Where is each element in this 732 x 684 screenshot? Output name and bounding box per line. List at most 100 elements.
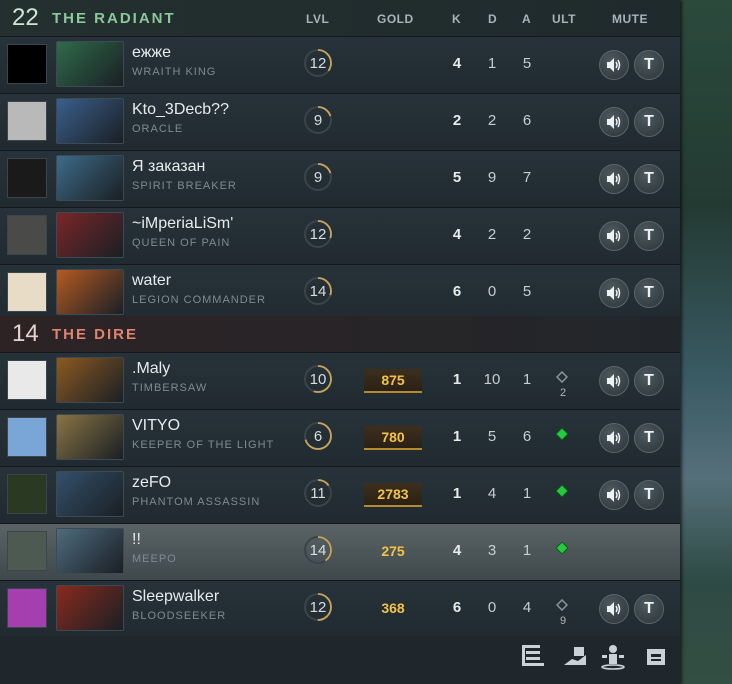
ultimate-ready-icon (556, 485, 568, 497)
speaker-icon (607, 602, 621, 616)
level-badge: 14 (304, 277, 332, 305)
ultimate-ready-icon (556, 542, 568, 554)
player-row[interactable]: Kto_3Decb?? ORACLE 9 2 2 6 T (0, 93, 680, 150)
gold-value: 368 (381, 600, 405, 616)
mute-voice-button[interactable] (599, 164, 629, 194)
player-avatar[interactable] (7, 417, 47, 457)
player-avatar[interactable] (7, 272, 47, 312)
level-progress-ring (304, 163, 332, 191)
hero-portrait[interactable] (56, 155, 124, 201)
kills: 6 (452, 599, 462, 616)
player-row[interactable]: ежже WRAITH KING 12 4 1 5 T (0, 36, 680, 93)
player-name[interactable]: ежже (132, 44, 171, 62)
player-avatar[interactable] (7, 215, 47, 255)
mute-voice-button[interactable] (599, 480, 629, 510)
mute-voice-button[interactable] (599, 278, 629, 308)
mute-text-button[interactable]: T (634, 50, 664, 80)
deaths: 4 (487, 485, 497, 502)
shop-icon[interactable] (641, 641, 671, 671)
player-row[interactable]: Sleepwalker BLOODSEEKER 12 368 6 0 4 9 T (0, 580, 680, 637)
hero-portrait[interactable] (56, 41, 124, 87)
player-avatar[interactable] (7, 531, 47, 571)
level-progress-ring (304, 220, 332, 248)
hero-name: PHANTOM ASSASSIN (132, 496, 261, 508)
courier-icon[interactable] (560, 641, 590, 671)
mute-text-button[interactable]: T (634, 107, 664, 137)
mute-text-button[interactable]: T (634, 278, 664, 308)
kills: 1 (452, 371, 462, 388)
hero-portrait[interactable] (56, 585, 124, 631)
text-chat-icon: T (644, 56, 654, 73)
mute-voice-button[interactable] (599, 50, 629, 80)
player-row[interactable]: Я заказан SPIRIT BREAKER 9 5 9 7 T (0, 150, 680, 207)
mute-text-button[interactable]: T (634, 164, 664, 194)
player-row[interactable]: zeFO PHANTOM ASSASSIN 11 2783 1 4 1 T (0, 466, 680, 523)
mute-text-button[interactable]: T (634, 366, 664, 396)
deaths: 1 (487, 55, 497, 72)
mute-voice-button[interactable] (599, 366, 629, 396)
ultimate-cooldown: 2 (559, 387, 567, 399)
level-progress-ring (304, 365, 332, 393)
text-chat-icon: T (644, 113, 654, 130)
level-progress-ring (304, 49, 332, 77)
hero-portrait[interactable] (56, 471, 124, 517)
assists: 7 (522, 169, 532, 186)
list-report-icon[interactable] (518, 641, 548, 671)
player-avatar[interactable] (7, 44, 47, 84)
text-chat-icon: T (644, 486, 654, 503)
pause-player-icon[interactable] (598, 641, 628, 671)
mute-voice-button[interactable] (599, 594, 629, 624)
hero-portrait[interactable] (56, 269, 124, 315)
mute-text-button[interactable]: T (634, 594, 664, 624)
hero-portrait[interactable] (56, 212, 124, 258)
level-badge: 9 (304, 106, 332, 134)
player-name[interactable]: Sleepwalker (132, 588, 219, 606)
level-badge: 12 (304, 49, 332, 77)
col-assists: A (522, 12, 532, 26)
hero-name: LEGION COMMANDER (132, 294, 266, 306)
player-name[interactable]: ~iMperiaLiSm' (132, 215, 233, 233)
player-row[interactable]: !! MEEPO 14 275 4 3 1 (0, 523, 680, 580)
mute-text-button[interactable]: T (634, 423, 664, 453)
mute-voice-button[interactable] (599, 107, 629, 137)
speaker-icon (607, 286, 621, 300)
player-name[interactable]: .Maly (132, 360, 170, 378)
kills: 5 (452, 169, 462, 186)
deaths: 0 (487, 283, 497, 300)
kills: 1 (452, 485, 462, 502)
hero-portrait[interactable] (56, 414, 124, 460)
ultimate-cooldown-icon (556, 371, 568, 383)
player-name[interactable]: Kto_3Decb?? (132, 101, 229, 119)
hero-portrait[interactable] (56, 528, 124, 574)
player-avatar[interactable] (7, 101, 47, 141)
player-name[interactable]: VITYO (132, 417, 180, 435)
player-row[interactable]: .Maly TIMBERSAW 10 875 1 10 1 2 T (0, 352, 680, 409)
hero-portrait[interactable] (56, 357, 124, 403)
text-chat-icon: T (644, 429, 654, 446)
player-avatar[interactable] (7, 360, 47, 400)
player-name[interactable]: water (132, 272, 171, 290)
kills: 4 (452, 226, 462, 243)
mute-voice-button[interactable] (599, 423, 629, 453)
level-progress-ring (304, 536, 332, 564)
player-name[interactable]: !! (132, 531, 141, 549)
player-row[interactable]: VITYO KEEPER OF THE LIGHT 6 780 1 5 6 T (0, 409, 680, 466)
mute-text-button[interactable]: T (634, 480, 664, 510)
mute-voice-button[interactable] (599, 221, 629, 251)
dire-header: 14 THE DIRE (0, 316, 680, 352)
player-name[interactable]: zeFO (132, 474, 171, 492)
player-avatar[interactable] (7, 158, 47, 198)
assists: 2 (522, 226, 532, 243)
hero-name: QUEEN OF PAIN (132, 237, 231, 249)
player-row[interactable]: water LEGION COMMANDER 14 6 0 5 T (0, 264, 680, 321)
player-name[interactable]: Я заказан (132, 158, 205, 176)
player-avatar[interactable] (7, 474, 47, 514)
hero-portrait[interactable] (56, 98, 124, 144)
player-row[interactable]: ~iMperiaLiSm' QUEEN OF PAIN 12 4 2 2 T (0, 207, 680, 264)
speaker-icon (607, 488, 621, 502)
player-avatar[interactable] (7, 588, 47, 628)
mute-text-button[interactable]: T (634, 221, 664, 251)
level-progress-ring (304, 106, 332, 134)
assists: 4 (522, 599, 532, 616)
assists: 6 (522, 428, 532, 445)
